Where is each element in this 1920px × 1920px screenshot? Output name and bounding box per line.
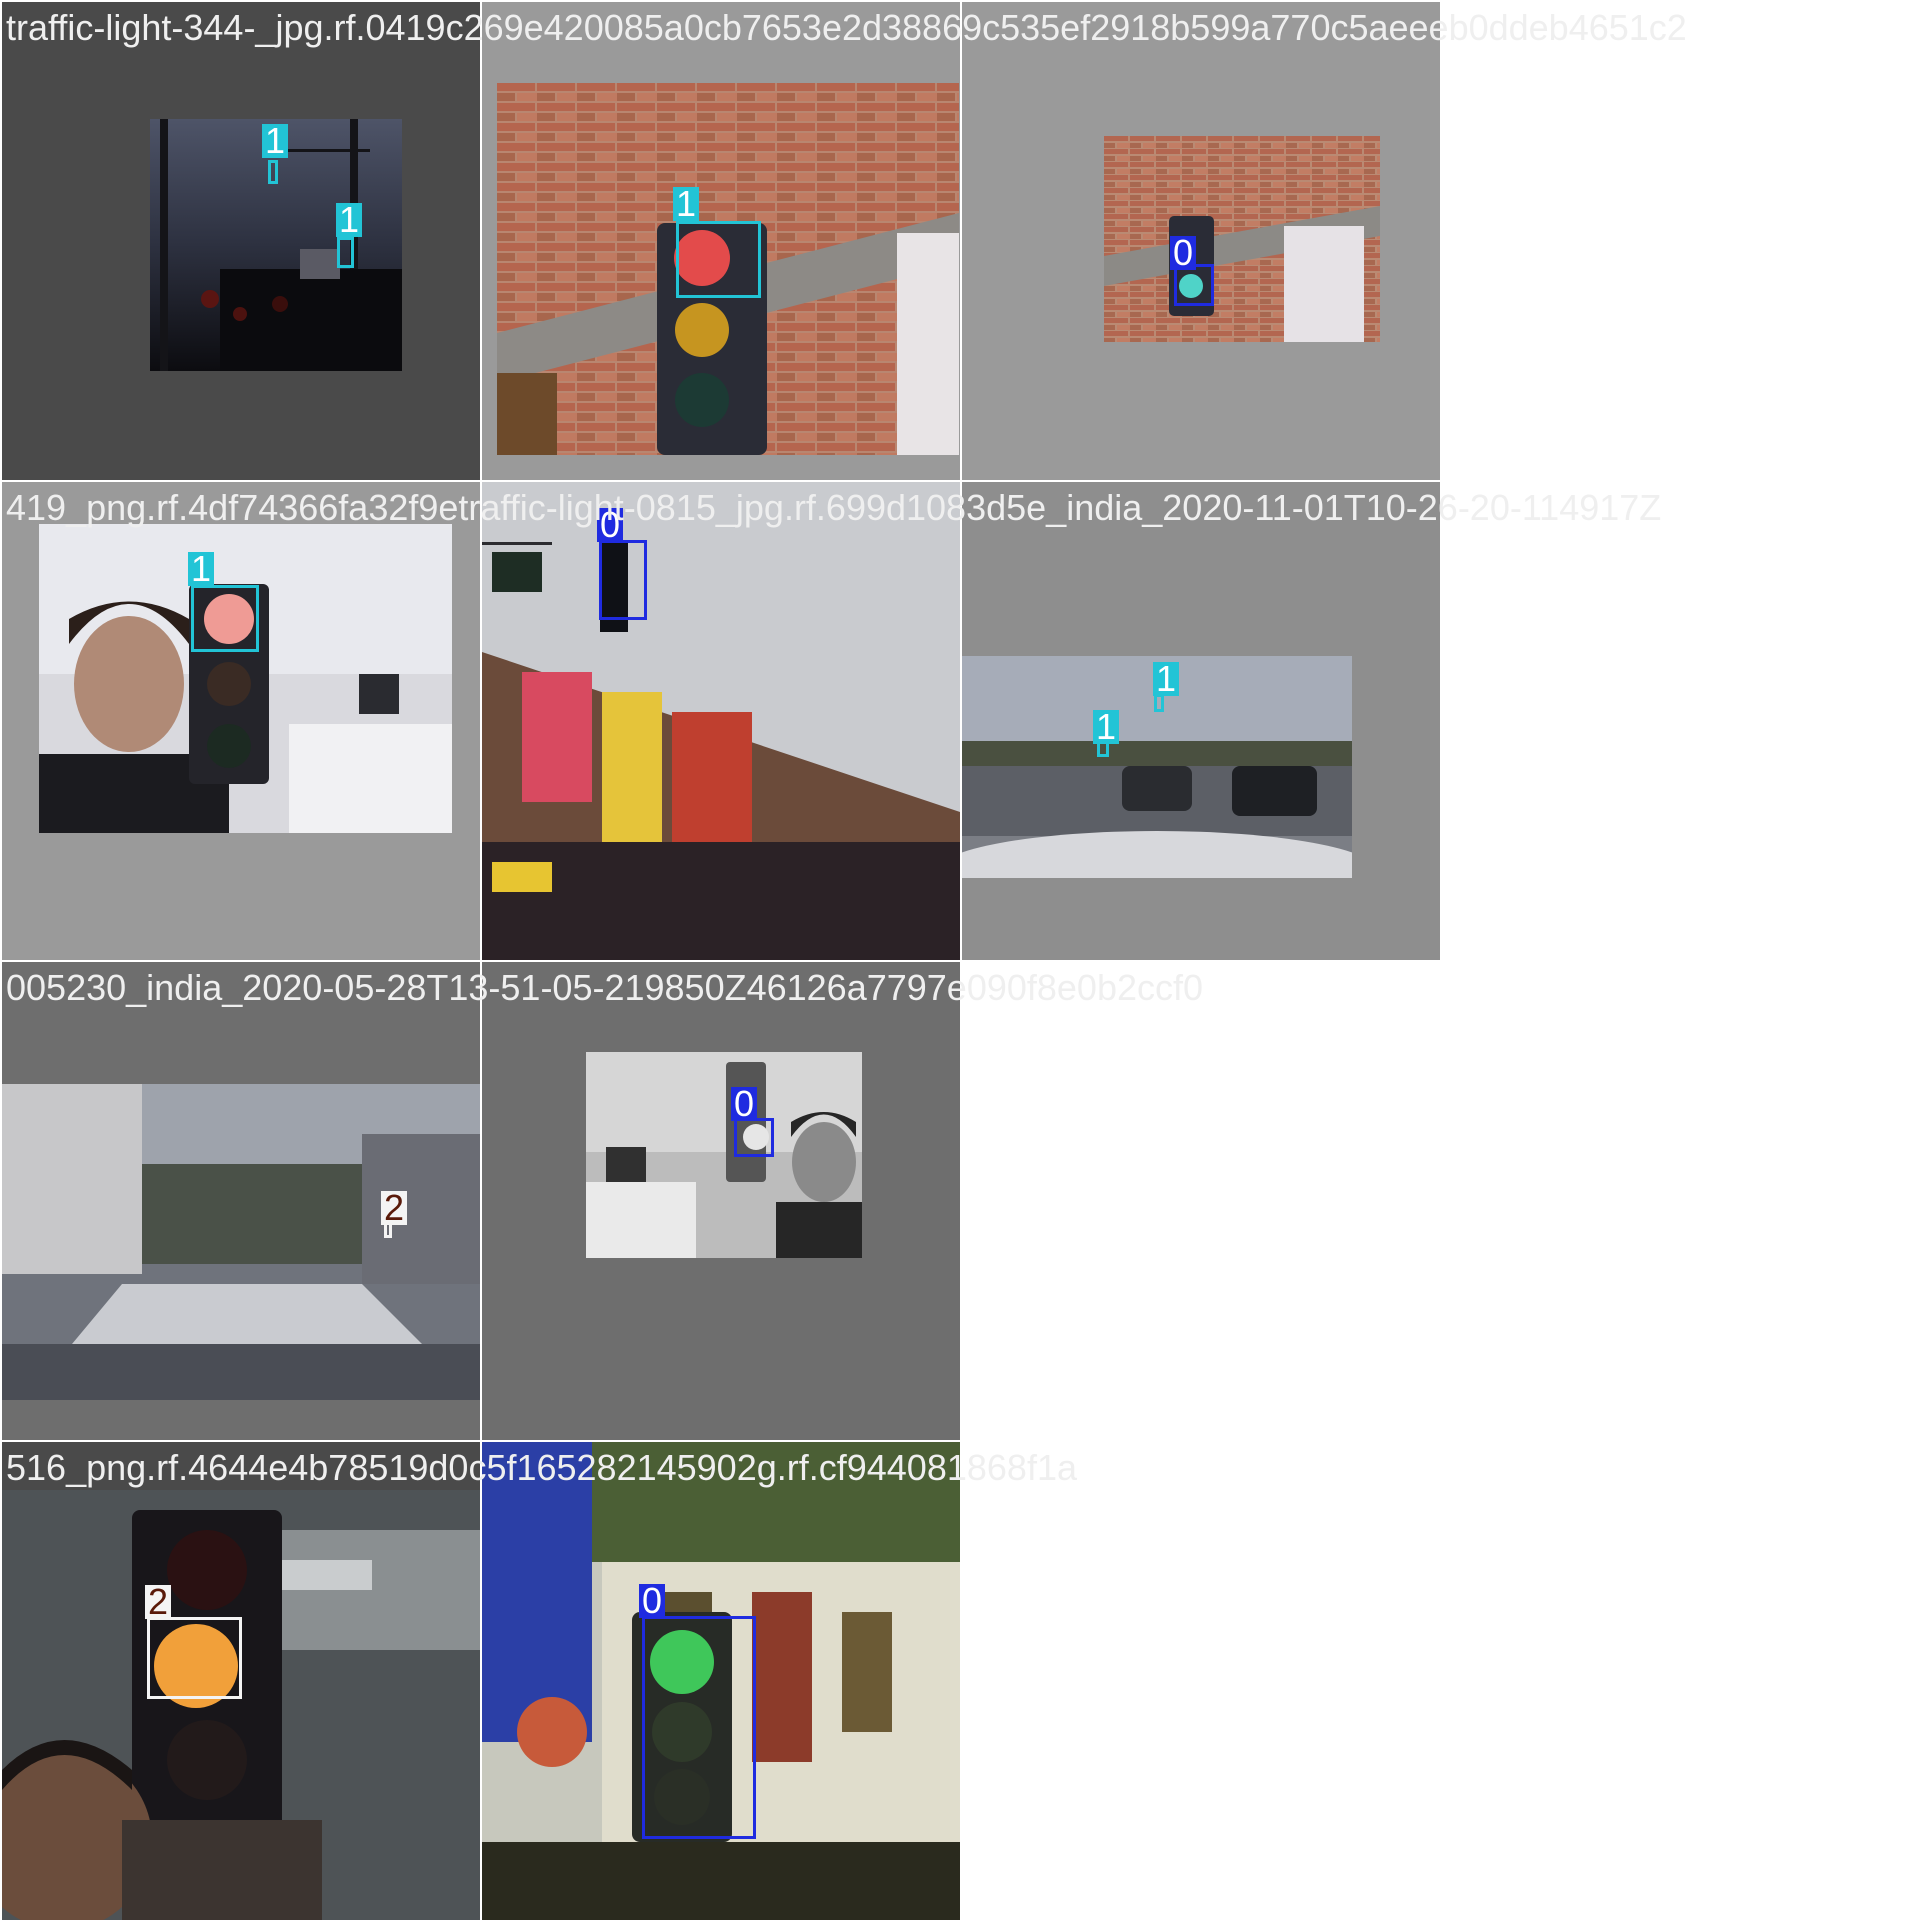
grid-line bbox=[0, 1440, 960, 1442]
mosaic-tile-5 bbox=[482, 482, 960, 960]
person-ceiling-photo bbox=[2, 1490, 480, 1920]
detection-box-class-1 bbox=[676, 221, 761, 298]
detection-label-class-2: 2 bbox=[145, 1584, 172, 1620]
detection-label-class-1: 1 bbox=[1093, 709, 1120, 745]
detection-label-class-0: 0 bbox=[639, 1583, 666, 1619]
mosaic-tile-8 bbox=[482, 962, 960, 1440]
filename-overlay-row4: 516_png.rf.4644e4b78519d0c5f165282145902… bbox=[6, 1447, 1077, 1488]
mosaic-tile-7 bbox=[2, 962, 480, 1440]
detection-box-class-0 bbox=[599, 540, 647, 620]
detection-label-class-1: 1 bbox=[262, 123, 289, 159]
grid-line bbox=[0, 960, 1440, 962]
mosaic-tile-3 bbox=[962, 2, 1440, 480]
filename-overlay-row1: traffic-light-344-_jpg.rf.0419c269e42008… bbox=[6, 7, 1687, 48]
grid-line bbox=[0, 480, 1440, 482]
grayscale-lab-photo bbox=[586, 1052, 862, 1258]
detection-box-class-0 bbox=[642, 1616, 756, 1839]
detection-label-class-1: 1 bbox=[1153, 661, 1180, 697]
grid-line bbox=[1440, 0, 1442, 960]
detection-label-class-2: 2 bbox=[381, 1190, 408, 1226]
filename-overlay-row2: 419_png.rf.4df74366fa32f9etraffic-light-… bbox=[6, 487, 1662, 528]
detection-box-class-1 bbox=[191, 585, 259, 652]
mosaic-tile-6 bbox=[962, 482, 1440, 960]
mosaic-tile-1 bbox=[2, 2, 480, 480]
detection-label-class-0: 0 bbox=[1170, 235, 1197, 271]
filename-overlay-row3: 005230_india_2020-05-28T13-51-05-219850Z… bbox=[6, 967, 1204, 1008]
detection-box-class-2 bbox=[147, 1617, 242, 1699]
detection-label-class-1: 1 bbox=[336, 202, 363, 238]
detection-label-class-1: 1 bbox=[673, 186, 700, 222]
city-street-photo bbox=[482, 482, 960, 960]
detection-label-class-1: 1 bbox=[188, 551, 215, 587]
person-lab-photo bbox=[39, 524, 452, 833]
brick-wall-photo-small bbox=[1104, 136, 1380, 342]
city-crosswalk-photo bbox=[2, 1084, 480, 1400]
detection-box-class-1 bbox=[337, 237, 354, 268]
detection-box-class-1 bbox=[268, 160, 278, 184]
detection-label-class-0: 0 bbox=[731, 1086, 758, 1122]
mosaic-tile-4 bbox=[2, 482, 480, 960]
